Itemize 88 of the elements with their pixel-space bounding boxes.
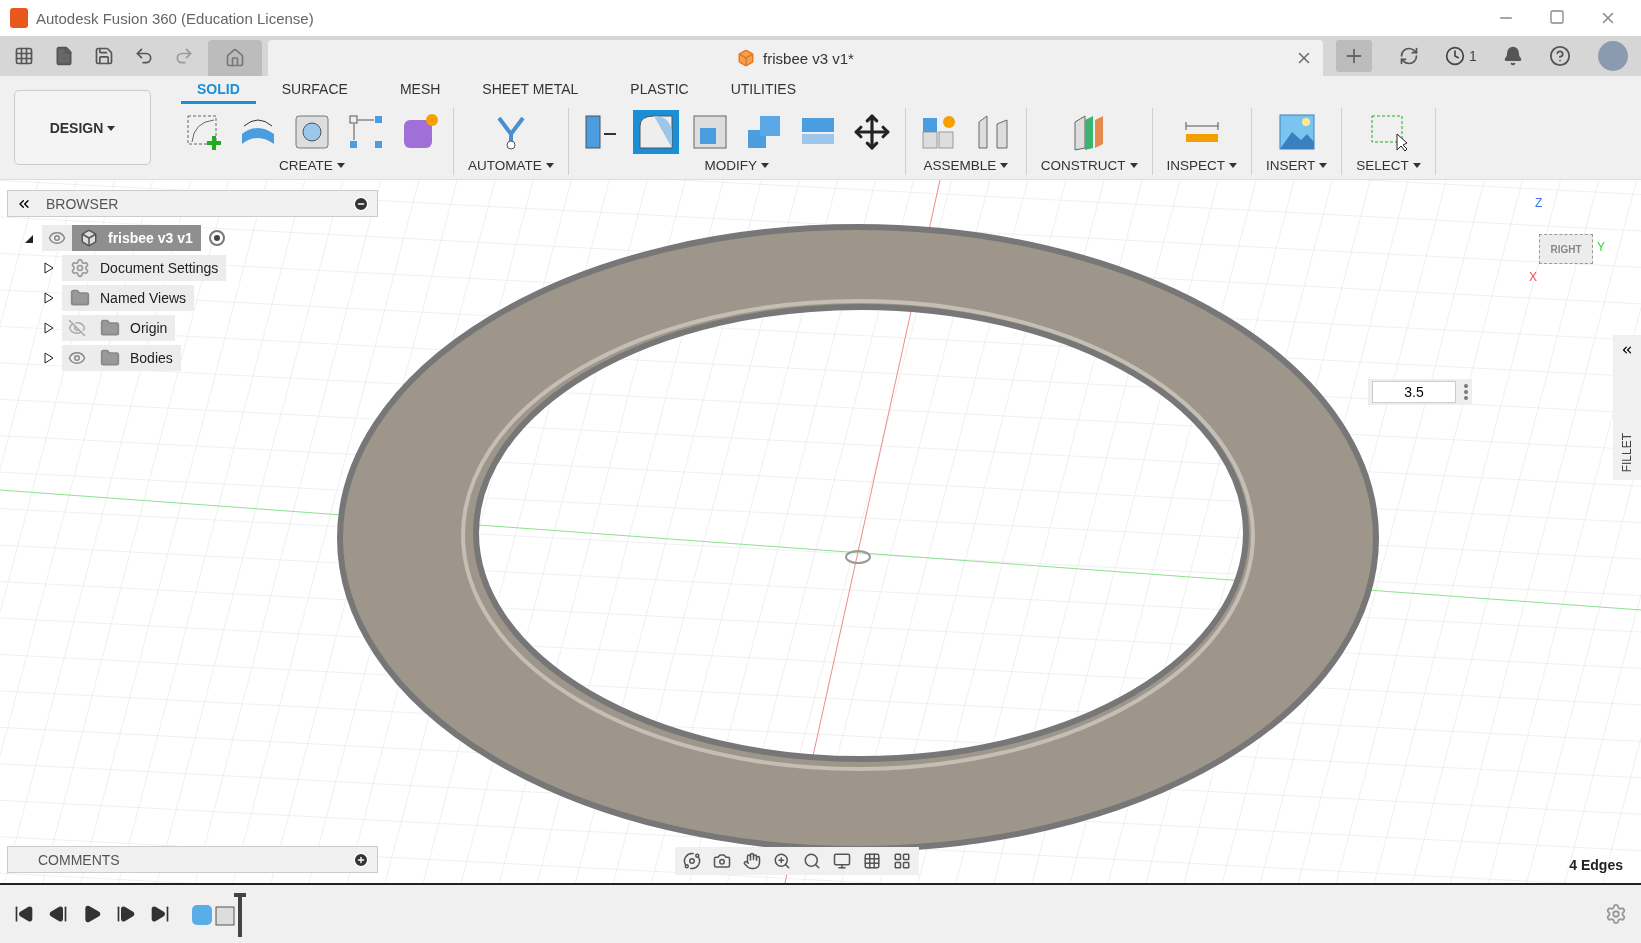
origin-point <box>845 550 871 564</box>
expand-icon[interactable] <box>1620 343 1634 357</box>
home-icon <box>225 48 245 68</box>
visibility-toggle[interactable] <box>62 315 92 341</box>
group-menu[interactable]: ASSEMBLE <box>919 155 1013 175</box>
ribbon-tab[interactable]: MESH <box>383 76 457 104</box>
ribbon-tab[interactable]: SHEET METAL <box>466 76 595 104</box>
group-menu[interactable]: CONSTRUCT <box>1036 155 1142 175</box>
folder-icon <box>70 288 90 308</box>
axis-label: Z <box>1535 196 1543 210</box>
eye-icon <box>68 349 86 367</box>
browser-item[interactable]: Origin <box>92 315 176 341</box>
component-icon <box>80 229 98 247</box>
side-panel-label: FILLET <box>1620 432 1634 472</box>
file-icon[interactable] <box>54 46 74 66</box>
browser-item[interactable]: Named Views <box>62 285 195 311</box>
eye-icon <box>48 229 66 247</box>
active-radio[interactable] <box>208 230 225 246</box>
caret-icon <box>1129 163 1138 170</box>
play-icon[interactable] <box>82 904 102 924</box>
visibility-toggle[interactable] <box>62 345 92 371</box>
folder-icon <box>100 318 120 338</box>
move-icon <box>852 112 891 151</box>
browser-item[interactable]: Document Settings <box>62 255 227 281</box>
save-icon[interactable] <box>94 46 114 66</box>
sync-icon[interactable] <box>1398 46 1419 66</box>
view-cube[interactable]: RIGHT Z Y X <box>1525 196 1605 286</box>
expand-toggle[interactable] <box>44 322 54 334</box>
grid-icon[interactable] <box>863 852 881 870</box>
notification-icon[interactable] <box>1503 46 1524 66</box>
caret-icon <box>761 163 769 170</box>
axis-label: Y <box>1597 240 1605 254</box>
fillet-radius-field[interactable]: 3.5 <box>1372 381 1456 403</box>
caret-icon <box>1000 163 1009 170</box>
caret-icon <box>107 125 116 132</box>
document-tab[interactable]: frisbee v3 v1* <box>268 40 1323 76</box>
selection-status: 4 Edges <box>1569 857 1623 873</box>
previous-icon[interactable] <box>48 904 68 924</box>
more-icon[interactable] <box>1464 384 1468 400</box>
expand-toggle[interactable] <box>44 352 54 364</box>
orbit-icon[interactable] <box>683 852 701 870</box>
ring-body[interactable] <box>337 224 1379 852</box>
group-menu[interactable]: AUTOMATE <box>464 155 558 175</box>
new-tab-button[interactable] <box>1336 40 1373 72</box>
caret-icon <box>336 163 345 170</box>
apps-grid-icon[interactable] <box>14 46 34 66</box>
add-comment-icon[interactable] <box>353 851 369 868</box>
zoom-icon[interactable] <box>773 852 791 870</box>
folder-icon <box>100 348 120 368</box>
workspace-dropdown[interactable]: DESIGN <box>14 90 151 165</box>
next-icon[interactable] <box>116 904 136 924</box>
viewports-icon[interactable] <box>893 852 911 870</box>
eye-off-icon <box>68 319 86 337</box>
group-menu[interactable]: INSPECT <box>1162 155 1242 175</box>
panel-title: COMMENTS <box>37 851 121 868</box>
visibility-toggle[interactable] <box>42 225 72 251</box>
side-panel[interactable]: FILLET <box>1613 335 1641 480</box>
group-menu[interactable]: INSERT <box>1262 155 1332 175</box>
document-title: frisbee v3 v1* <box>763 49 854 67</box>
caret-icon <box>1319 163 1328 170</box>
ribbon-tab[interactable]: SURFACE <box>265 76 364 104</box>
caret-icon <box>545 163 554 170</box>
group-menu[interactable]: SELECT <box>1352 155 1425 175</box>
expand-toggle[interactable] <box>44 262 54 274</box>
group-menu[interactable]: MODIFY <box>700 155 773 175</box>
group-menu[interactable]: CREATE <box>275 155 349 175</box>
undo-icon[interactable] <box>134 46 154 66</box>
axis-label: X <box>1529 270 1537 284</box>
caret-icon <box>1412 163 1421 170</box>
caret-icon <box>1229 163 1238 170</box>
browser-item[interactable]: Bodies <box>92 345 181 371</box>
help-icon[interactable] <box>1549 45 1572 67</box>
search-icon[interactable] <box>803 852 821 870</box>
display-icon[interactable] <box>833 852 851 870</box>
first-icon[interactable] <box>14 904 34 924</box>
cube-icon <box>737 49 756 67</box>
minimize-panel-icon[interactable] <box>353 195 369 212</box>
image-icon <box>1276 111 1317 152</box>
app-logo <box>10 8 28 28</box>
panel-title: BROWSER <box>46 195 120 212</box>
expand-toggle[interactable] <box>44 292 54 304</box>
ribbon-tab[interactable]: PLASTIC <box>614 76 705 104</box>
settings-icon <box>70 258 90 278</box>
last-icon[interactable] <box>150 904 170 924</box>
camera-icon[interactable] <box>713 852 731 870</box>
window-title: Autodesk Fusion 360 (Education License) <box>36 9 315 27</box>
ribbon-tab[interactable]: UTILITIES <box>714 76 813 104</box>
pan-icon[interactable] <box>743 852 761 870</box>
